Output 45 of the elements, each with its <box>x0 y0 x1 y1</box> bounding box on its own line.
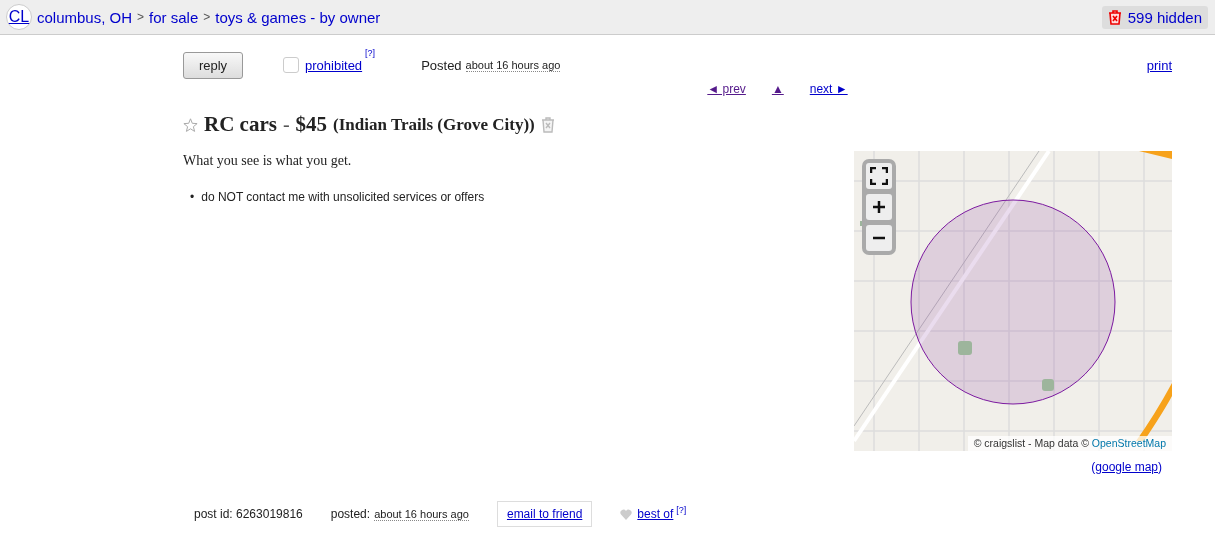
reply-button[interactable]: reply <box>183 51 243 79</box>
fullscreen-button[interactable] <box>866 163 892 189</box>
next-link[interactable]: next ► <box>809 82 848 96</box>
help-link[interactable]: [?] <box>676 505 687 515</box>
close-paren: ) <box>1158 460 1162 474</box>
posted-label: posted: <box>330 507 371 521</box>
post-id: post id: 6263019816 <box>194 507 303 521</box>
hide-icon[interactable] <box>540 116 555 133</box>
email-to-friend-link[interactable]: email to friend <box>496 501 593 527</box>
zoom-out-button[interactable] <box>866 225 892 251</box>
best-of-link[interactable]: best of <box>637 507 674 521</box>
trash-x-icon <box>1107 9 1122 25</box>
heart-icon[interactable] <box>620 508 633 520</box>
posted-label: Posted <box>421 57 462 73</box>
bullet: • <box>190 189 195 205</box>
logo-link[interactable]: CL <box>6 4 32 30</box>
plus-icon <box>873 201 885 213</box>
prohibited-checkbox[interactable] <box>283 57 299 73</box>
notice-item: do NOT contact me with unsolicited services or offers <box>201 189 485 205</box>
breadcrumb-link[interactable]: for sale <box>149 8 199 26</box>
prev-link[interactable]: ◄ prev <box>707 82 746 96</box>
open-paren: ( <box>1091 460 1096 474</box>
prohibited-link[interactable]: prohibited <box>305 57 363 73</box>
posted-time: about 16 hours ago <box>374 507 469 521</box>
breadcrumb-link[interactable]: columbus, OH <box>37 8 133 26</box>
map-attribution: © craigslist - Map data © OpenStreetMap <box>967 436 1172 451</box>
post-location: (Indian Trails (Grove City)) <box>333 114 535 135</box>
hidden-posts-button[interactable]: 599 hidden <box>1101 5 1208 29</box>
breadcrumb-separator: > <box>137 10 145 24</box>
star-icon[interactable] <box>183 117 198 132</box>
openstreetmap-link[interactable]: OpenStreetMap <box>1091 437 1166 449</box>
title-separator: - <box>282 113 290 136</box>
help-link[interactable]: [?] <box>365 48 376 58</box>
post-price: $45 <box>295 112 328 137</box>
google-map-link[interactable]: google map <box>1095 460 1158 474</box>
breadcrumb-separator: > <box>203 10 211 24</box>
post-body: What you see is what you get. <box>183 153 353 169</box>
zoom-in-button[interactable] <box>866 194 892 220</box>
posted-time: about 16 hours ago <box>465 58 561 72</box>
fullscreen-icon <box>870 167 888 185</box>
print-link[interactable]: print <box>1146 57 1172 73</box>
minus-icon <box>873 236 885 240</box>
up-link[interactable]: ▲ <box>771 82 784 96</box>
breadcrumb-link[interactable]: toys & games - by owner <box>215 8 381 26</box>
post-title: RC cars <box>204 112 277 137</box>
